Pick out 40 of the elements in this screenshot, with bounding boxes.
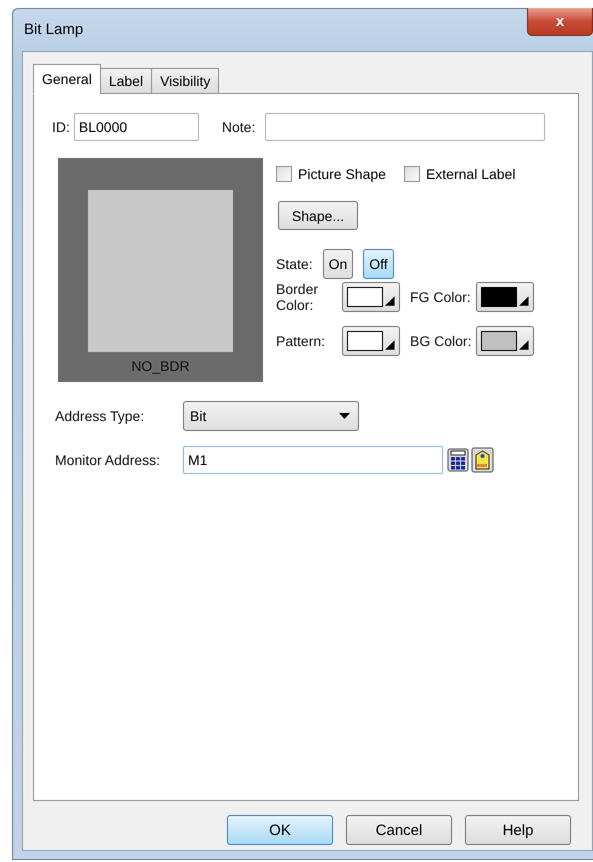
tag-icon[interactable]: [471, 447, 494, 473]
state-button[interactable]: On: [322, 249, 354, 279]
preview-caption: NO_BDR: [131, 358, 190, 374]
color-picker[interactable]: [342, 282, 400, 312]
checkbox-label: Picture Shape: [298, 166, 386, 182]
note-field[interactable]: [265, 113, 546, 141]
dropdown-icon: [519, 340, 529, 350]
color-picker[interactable]: [342, 326, 400, 356]
state-button[interactable]: Off: [363, 249, 394, 279]
dialog-button[interactable]: Cancel: [346, 815, 452, 845]
color-picker[interactable]: [476, 282, 534, 312]
caret-icon: [339, 412, 350, 420]
monitor-address-label: Monitor Address:: [55, 452, 162, 468]
color-label: BG Color:: [410, 333, 472, 349]
dialog-button[interactable]: OK: [227, 815, 333, 845]
checkbox[interactable]: [276, 166, 292, 182]
tab[interactable]: Visibility: [151, 68, 220, 94]
dropdown-icon: [385, 296, 395, 306]
dialog-button[interactable]: Help: [465, 815, 571, 845]
id-label: ID:: [52, 119, 70, 135]
state-label: State:: [276, 256, 313, 272]
color-label: Pattern:: [276, 333, 326, 349]
checkbox[interactable]: [404, 166, 420, 182]
dropdown-icon: [385, 340, 395, 350]
checkbox-label: External Label: [426, 166, 516, 182]
dropdown-icon: [519, 296, 529, 306]
address-type-label: Address Type:: [55, 408, 146, 424]
tab[interactable]: General: [33, 64, 101, 94]
window-title: Bit Lamp: [24, 21, 84, 38]
calculator-icon[interactable]: [447, 448, 469, 472]
color-label: Border Color:: [276, 281, 320, 313]
monitor-address-field[interactable]: M1: [183, 446, 443, 474]
color-picker[interactable]: [476, 326, 534, 356]
id-field[interactable]: BL0000: [74, 113, 199, 141]
color-label: FG Color:: [410, 289, 472, 305]
shape-button[interactable]: Shape...: [278, 201, 358, 230]
note-label: Note:: [222, 119, 256, 135]
close-button[interactable]: x: [527, 8, 593, 36]
tab[interactable]: Label: [100, 68, 152, 94]
address-type-dropdown[interactable]: Bit: [183, 401, 359, 431]
